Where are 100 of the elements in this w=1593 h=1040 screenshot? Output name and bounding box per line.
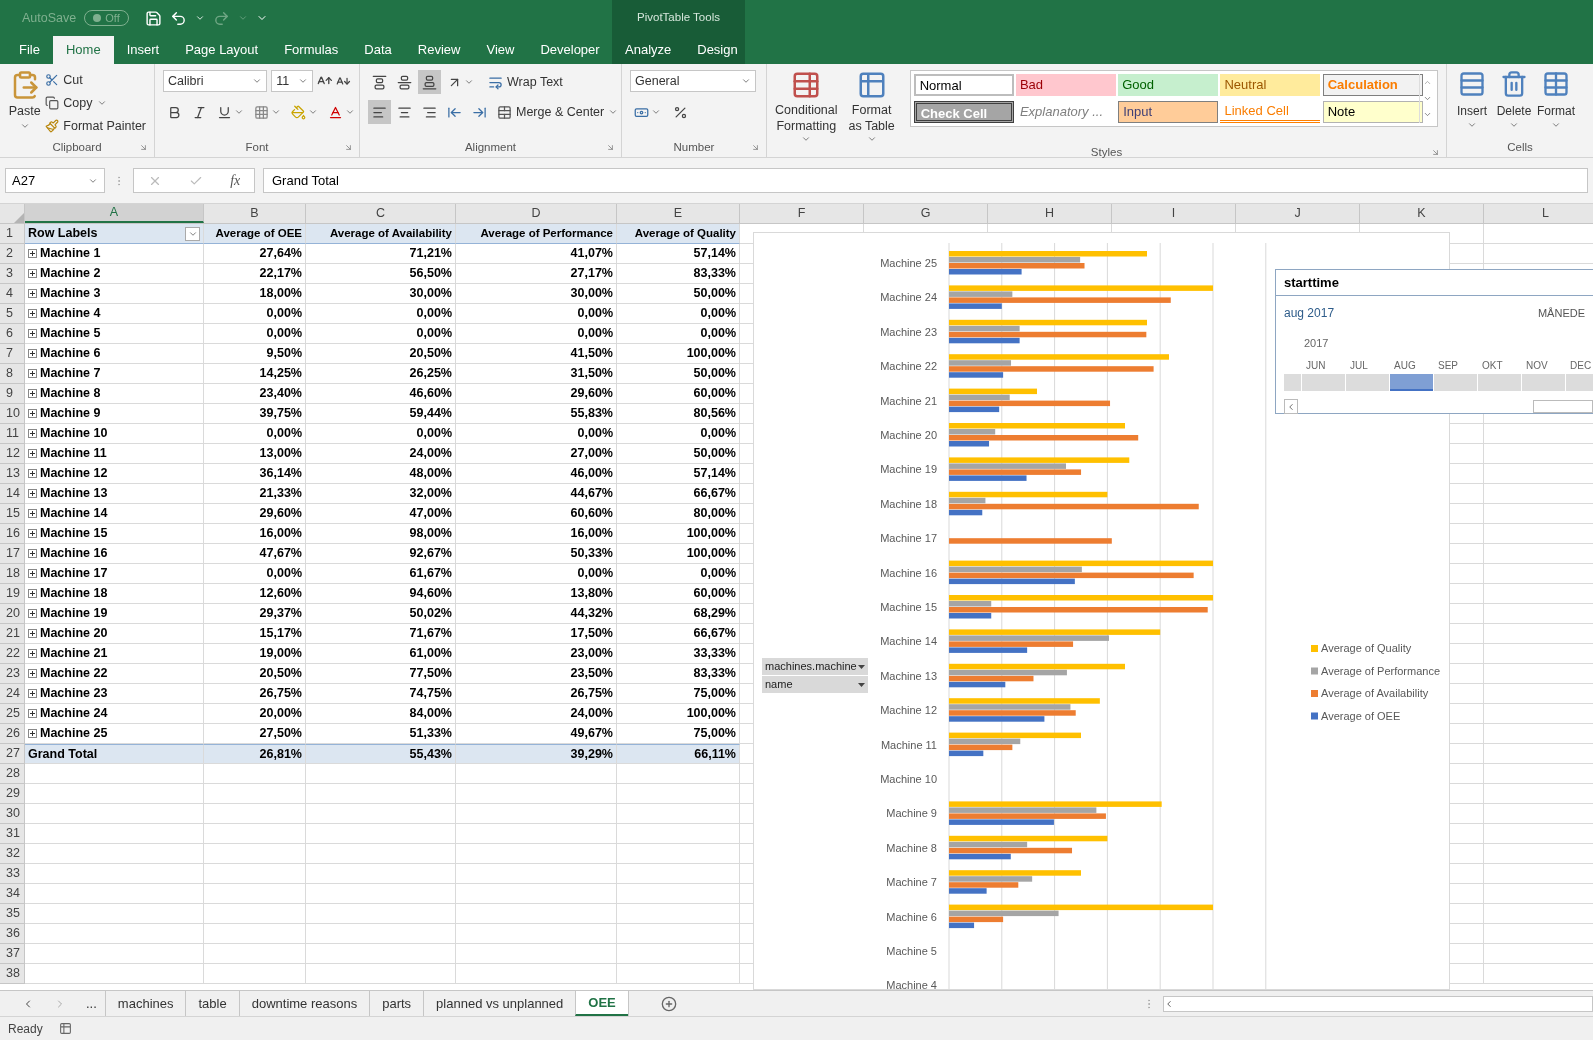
font-size-select[interactable]: 11	[271, 70, 313, 92]
undo-icon[interactable]	[169, 9, 187, 27]
row-number[interactable]: 17	[0, 544, 25, 564]
timeline-segment[interactable]	[1390, 374, 1433, 391]
row-number[interactable]: 20	[0, 604, 25, 624]
row-number[interactable]: 24	[0, 684, 25, 704]
dialog-launcher-icon[interactable]	[751, 143, 760, 152]
row-number[interactable]: 38	[0, 964, 25, 984]
row-number[interactable]: 7	[0, 344, 25, 364]
column-header[interactable]: D	[456, 204, 617, 223]
ribbon-tab[interactable]: Data	[351, 36, 405, 64]
ribbon-tab[interactable]: Developer	[527, 36, 613, 64]
row-number[interactable]: 13	[0, 464, 25, 484]
row-number[interactable]: 12	[0, 444, 25, 464]
conditional-formatting-button[interactable]: Conditional Formatting	[775, 70, 838, 144]
column-header[interactable]: F	[740, 204, 864, 223]
field-button[interactable]: machines.machine	[762, 658, 868, 675]
cell-style[interactable]: Note	[1322, 101, 1423, 123]
row-number[interactable]: 16	[0, 524, 25, 544]
filter-button[interactable]	[185, 226, 200, 241]
formula-input[interactable]: Grand Total	[263, 168, 1588, 193]
row-number[interactable]: 22	[0, 644, 25, 664]
cut-button[interactable]: Cut	[45, 70, 146, 90]
field-button[interactable]: name	[762, 676, 868, 693]
row-number[interactable]: 5	[0, 304, 25, 324]
row-number[interactable]: 34	[0, 884, 25, 904]
name-box[interactable]: A27	[5, 168, 105, 193]
ribbon-tab[interactable]: View	[473, 36, 528, 64]
save-icon[interactable]	[144, 9, 162, 27]
ribbon-tab[interactable]: Review	[404, 36, 474, 64]
row-number[interactable]: 10	[0, 404, 25, 424]
cell-style[interactable]: Bad	[1015, 74, 1116, 96]
row-number[interactable]: 32	[0, 844, 25, 864]
format-painter-button[interactable]: Format Painter	[45, 116, 146, 136]
column-header[interactable]: E	[617, 204, 740, 223]
align-left-button[interactable]	[368, 100, 391, 124]
row-number[interactable]: 18	[0, 564, 25, 584]
row-number[interactable]: 1	[0, 224, 25, 244]
dialog-launcher-icon[interactable]	[139, 143, 148, 152]
ribbon-tab[interactable]: Page Layout	[172, 36, 272, 64]
row-number[interactable]: 3	[0, 264, 25, 284]
format-as-table-button[interactable]: Format as Table	[845, 70, 898, 144]
dialog-launcher-icon[interactable]	[606, 143, 615, 152]
copy-button[interactable]: Copy	[45, 93, 146, 113]
ribbon-tab[interactable]: Insert	[113, 36, 173, 64]
horizontal-scrollbar[interactable]	[1163, 995, 1593, 1012]
row-number[interactable]: 14	[0, 484, 25, 504]
time-level-label[interactable]: MÅNEDE	[1537, 304, 1585, 322]
row-number[interactable]: 2	[0, 244, 25, 264]
row-number[interactable]: 9	[0, 384, 25, 404]
row-number[interactable]: 11	[0, 424, 25, 444]
row-number[interactable]: 31	[0, 824, 25, 844]
column-header[interactable]: J	[1236, 204, 1360, 223]
scroll-left-button[interactable]	[1284, 399, 1298, 414]
row-number[interactable]: 37	[0, 944, 25, 964]
format-button[interactable]: Format	[1535, 70, 1577, 139]
row-number[interactable]: 30	[0, 804, 25, 824]
font-name-select[interactable]: Calibri	[163, 70, 268, 92]
ribbon-tab[interactable]: File	[6, 36, 53, 64]
row-number[interactable]: 6	[0, 324, 25, 344]
wrap-text-button[interactable]: Wrap Text	[488, 71, 563, 93]
add-sheet-icon[interactable]	[660, 995, 677, 1012]
row-number[interactable]: 36	[0, 924, 25, 944]
paste-button[interactable]: Paste	[8, 70, 42, 136]
row-number[interactable]: 26	[0, 724, 25, 744]
ribbon-tab[interactable]: Formulas	[271, 36, 352, 64]
cell-style[interactable]: Input	[1118, 101, 1219, 123]
insert-function-button[interactable]: fx	[230, 170, 241, 191]
bottom-align-button[interactable]	[418, 70, 441, 94]
cell-style[interactable]: Neutral	[1220, 74, 1321, 96]
macro-icon[interactable]	[58, 1022, 72, 1035]
row-number[interactable]: 15	[0, 504, 25, 524]
scroll-thumb[interactable]	[1533, 400, 1593, 413]
column-header[interactable]: L	[1484, 204, 1593, 223]
ribbon-tab[interactable]: Home	[52, 36, 114, 64]
row-number[interactable]: 33	[0, 864, 25, 884]
row-number[interactable]: 27	[0, 744, 25, 764]
column-header[interactable]: H	[988, 204, 1112, 223]
ribbon-tab[interactable]: Analyze	[612, 36, 685, 64]
delete-button[interactable]: Delete	[1493, 70, 1535, 139]
column-header[interactable]: C	[306, 204, 456, 223]
more-sheets-button[interactable]: ...	[86, 993, 97, 1014]
row-number[interactable]: 21	[0, 624, 25, 644]
column-header[interactable]: B	[204, 204, 306, 223]
row-number[interactable]: 8	[0, 364, 25, 384]
row-number[interactable]: 28	[0, 764, 25, 784]
row-number[interactable]: 29	[0, 784, 25, 804]
row-number[interactable]: 19	[0, 584, 25, 604]
row-number[interactable]: 35	[0, 904, 25, 924]
dialog-launcher-icon[interactable]	[1431, 148, 1440, 157]
dialog-launcher-icon[interactable]	[344, 143, 353, 152]
column-header[interactable]: G	[864, 204, 988, 223]
row-number[interactable]: 4	[0, 284, 25, 304]
redo-icon[interactable]	[212, 9, 230, 27]
cell-style[interactable]: Good	[1118, 74, 1219, 96]
column-header[interactable]: A	[25, 204, 204, 223]
insert-button[interactable]: Insert	[1451, 70, 1493, 139]
row-number[interactable]: 25	[0, 704, 25, 724]
merge-center-button[interactable]: Merge & Center	[497, 101, 619, 123]
ribbon-tab[interactable]: Design	[684, 36, 751, 64]
